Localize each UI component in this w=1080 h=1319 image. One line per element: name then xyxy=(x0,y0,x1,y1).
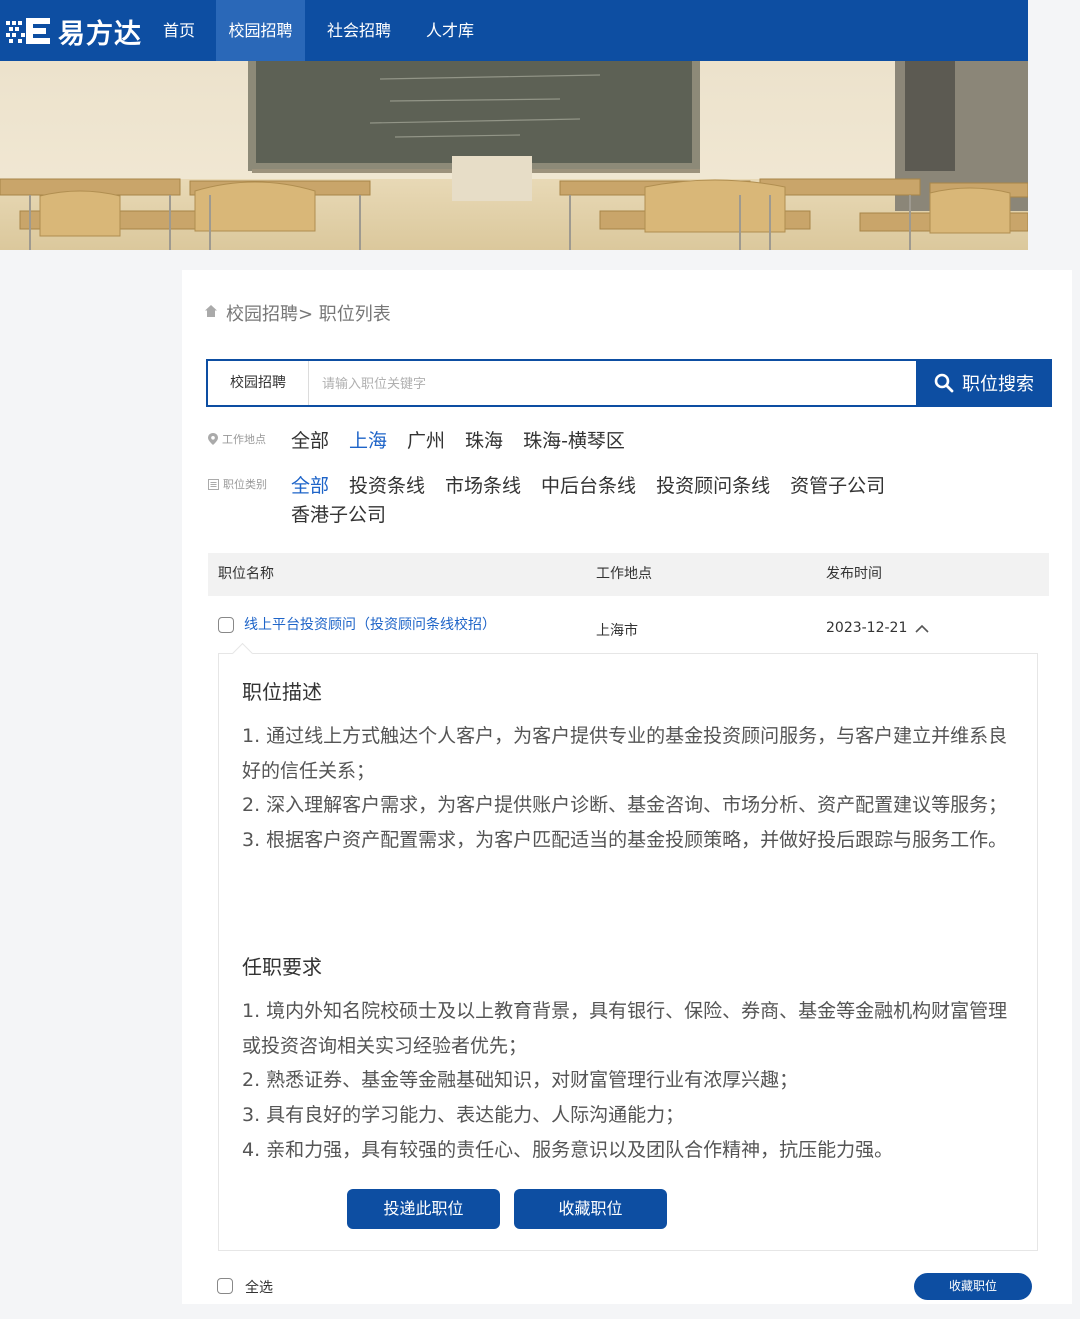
location-option-all[interactable]: 全部 xyxy=(291,427,329,456)
job-select-checkbox[interactable] xyxy=(218,617,234,633)
job-requirement-item: 2. 熟悉证券、基金等金融基础知识，对财富管理行业有浓厚兴趣； xyxy=(242,1069,799,1092)
job-description-item: 3. 根据客户资产配置需求，为客户匹配适当的基金投顾策略，并做好投后跟踪与服务工… xyxy=(242,829,1008,852)
select-all-checkbox[interactable] xyxy=(217,1278,233,1294)
location-option-zhuhai-hengqin[interactable]: 珠海-横琴区 xyxy=(523,427,625,456)
search-icon xyxy=(934,373,954,393)
table-row: 线上平台投资顾问（投资顾问条线校招） 上海市 2023-12-21 xyxy=(208,610,1049,640)
category-filter: 职位类别 全部 投资条线 市场条线 中后台条线 投资顾问条线 资管子公司 香港子… xyxy=(208,472,941,530)
job-search-button[interactable]: 职位搜索 xyxy=(916,359,1052,407)
classroom-illustration xyxy=(0,61,1028,250)
job-table-header: 职位名称 工作地点 发布时间 xyxy=(208,553,1049,596)
location-filter: 工作地点 全部 上海 广州 珠海 珠海-横琴区 xyxy=(208,427,941,456)
favorite-selected-button[interactable]: 收藏职位 xyxy=(914,1273,1032,1300)
list-icon xyxy=(208,478,219,490)
breadcrumb: 校园招聘> 职位列表 xyxy=(204,300,391,326)
location-options: 全部 上海 广州 珠海 珠海-横琴区 xyxy=(291,427,941,456)
job-description-body: 1. 通过线上方式触达个人客户，为客户提供专业的基金投资顾问服务，与客户建立并维… xyxy=(242,719,1012,858)
job-description-item: 2. 深入理解客户需求，为客户提供账户诊断、基金咨询、市场分析、资产配置建议等服… xyxy=(242,794,1008,817)
category-option-investment[interactable]: 投资条线 xyxy=(349,472,425,501)
brand-logo[interactable]: 易方达 xyxy=(6,12,142,50)
column-header-location: 工作地点 xyxy=(596,566,652,582)
job-requirements-heading: 任职要求 xyxy=(242,955,322,979)
job-keyword-input[interactable] xyxy=(320,368,904,400)
location-option-shanghai[interactable]: 上海 xyxy=(349,427,387,456)
location-filter-label: 工作地点 xyxy=(208,431,272,447)
nav-item-talent-pool[interactable]: 人才库 xyxy=(412,0,488,61)
location-option-guangzhou[interactable]: 广州 xyxy=(407,427,445,456)
hero-banner-image xyxy=(0,61,1028,250)
job-location: 上海市 xyxy=(596,623,638,639)
favorite-job-button[interactable]: 收藏职位 xyxy=(514,1189,667,1229)
job-detail-panel: 职位描述 1. 通过线上方式触达个人客户，为客户提供专业的基金投资顾问服务，与客… xyxy=(218,642,1038,1251)
location-option-zhuhai[interactable]: 珠海 xyxy=(465,427,503,456)
job-requirement-item: 4. 亲和力强，具有较强的责任心、服务意识以及团队合作精神，抗压能力强。 xyxy=(242,1138,894,1161)
table-footer: 全选 收藏职位 xyxy=(217,1273,1037,1306)
nav-item-home[interactable]: 首页 xyxy=(150,0,208,61)
category-options: 全部 投资条线 市场条线 中后台条线 投资顾问条线 资管子公司 香港子公司 xyxy=(291,472,941,530)
chevron-up-icon[interactable] xyxy=(915,624,929,633)
job-requirement-item: 3. 具有良好的学习能力、表达能力、人际沟通能力； xyxy=(242,1104,685,1127)
category-option-hk-subsidiary[interactable]: 香港子公司 xyxy=(291,501,386,530)
job-requirements-body: 1. 境内外知名院校硕士及以上教育背景，具有银行、保险、券商、基金等金融机构财富… xyxy=(242,994,1012,1168)
brand-name: 易方达 xyxy=(58,18,142,50)
nav-item-campus-recruitment[interactable]: 校园招聘 xyxy=(216,0,305,61)
breadcrumb-text: 校园招聘> 职位列表 xyxy=(226,304,391,325)
search-scope-selector[interactable]: 校园招聘 xyxy=(208,361,309,405)
column-header-date: 发布时间 xyxy=(826,566,882,582)
job-description-item: 1. 通过线上方式触达个人客户，为客户提供专业的基金投资顾问服务，与客户建立并维… xyxy=(242,725,1008,782)
detail-pointer xyxy=(231,642,254,665)
category-option-all[interactable]: 全部 xyxy=(291,472,329,501)
search-button-label: 职位搜索 xyxy=(962,374,1034,395)
job-publish-date: 2023-12-21 xyxy=(826,620,929,636)
job-description-heading: 职位描述 xyxy=(242,680,322,704)
job-list-card: 校园招聘> 职位列表 校园招聘 职位搜索 工作地点 全部 上海 广州 珠海 珠海 xyxy=(182,270,1072,1304)
category-option-asset-mgmt-subsidiary[interactable]: 资管子公司 xyxy=(790,472,885,501)
category-filter-label: 职位类别 xyxy=(208,476,272,492)
category-option-middle-back-office[interactable]: 中后台条线 xyxy=(541,472,636,501)
location-pin-icon xyxy=(208,433,218,445)
nav-item-social-recruitment[interactable]: 社会招聘 xyxy=(314,0,404,61)
brand-logo-icon xyxy=(6,18,50,44)
category-option-marketing[interactable]: 市场条线 xyxy=(445,472,521,501)
select-all-label: 全选 xyxy=(245,1280,273,1296)
home-icon[interactable] xyxy=(204,304,218,318)
job-title-link[interactable]: 线上平台投资顾问（投资顾问条线校招） xyxy=(244,614,496,634)
job-search-bar: 校园招聘 职位搜索 xyxy=(206,359,1052,407)
apply-job-button[interactable]: 投递此职位 xyxy=(347,1189,500,1229)
top-navigation-bar: 易方达 首页 校园招聘 社会招聘 人才库 xyxy=(0,0,1028,61)
job-requirement-item: 1. 境内外知名院校硕士及以上教育背景，具有银行、保险、券商、基金等金融机构财富… xyxy=(242,1000,1008,1057)
column-header-title: 职位名称 xyxy=(218,566,274,582)
category-option-investment-advisory[interactable]: 投资顾问条线 xyxy=(656,472,770,501)
